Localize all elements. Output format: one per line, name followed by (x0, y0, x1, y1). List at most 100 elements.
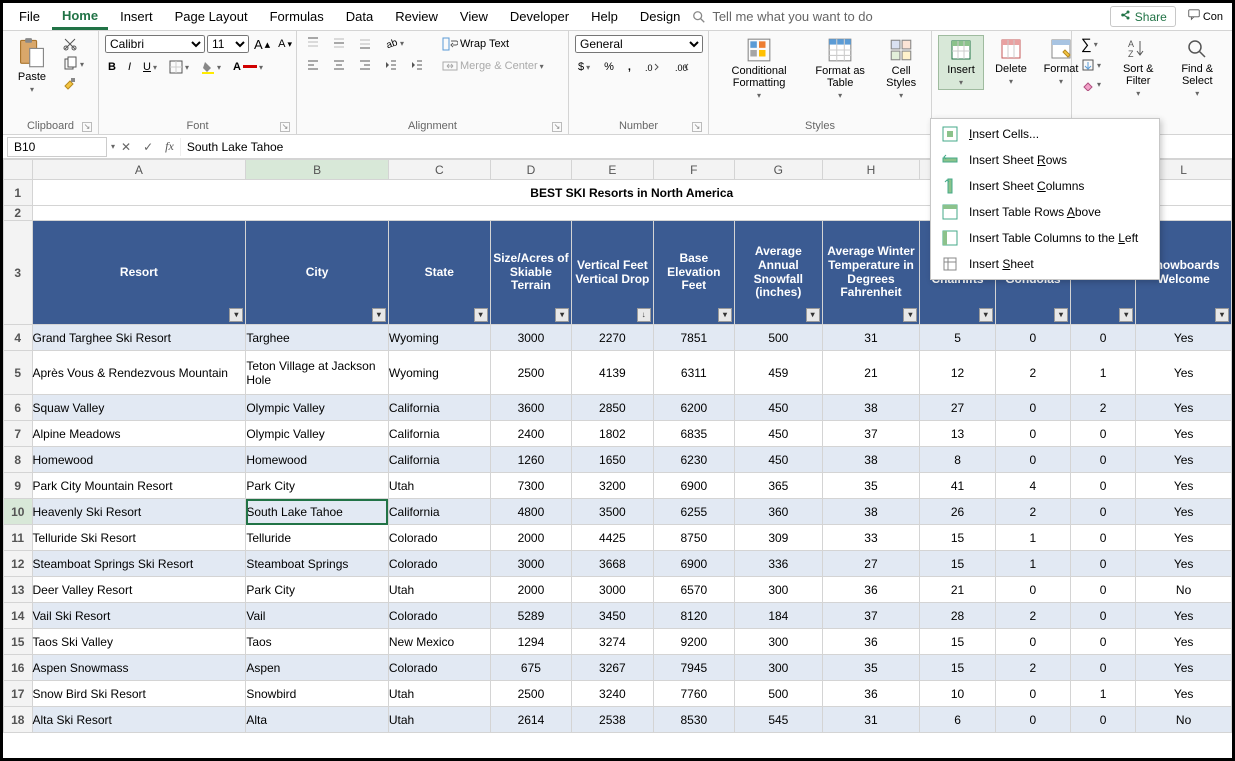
cell[interactable]: 7300 (490, 473, 571, 499)
column-header[interactable]: F (653, 160, 734, 180)
cell[interactable]: 38 (822, 395, 920, 421)
cell[interactable]: 0 (1071, 577, 1136, 603)
table-header[interactable]: Average Winter Temperature in Degrees Fa… (822, 221, 920, 325)
filter-dropdown-icon[interactable]: ▾ (718, 308, 732, 322)
cell[interactable]: Telluride Ski Resort (32, 525, 246, 551)
align-center-button[interactable] (329, 57, 349, 73)
currency-button[interactable]: $▾ (575, 60, 593, 74)
cell[interactable]: 4 (995, 473, 1070, 499)
filter-dropdown-icon[interactable]: ▾ (1119, 308, 1133, 322)
filter-dropdown-icon[interactable]: ▾ (372, 308, 386, 322)
cell[interactable]: 6230 (653, 447, 734, 473)
cell[interactable]: 3600 (490, 395, 571, 421)
cell[interactable]: Yes (1136, 499, 1232, 525)
cell[interactable]: 7945 (653, 655, 734, 681)
cell[interactable]: 36 (822, 629, 920, 655)
cell[interactable]: Wyoming (388, 351, 490, 395)
cell[interactable]: 3000 (490, 325, 571, 351)
cell[interactable]: Yes (1136, 421, 1232, 447)
conditional-formatting-button[interactable]: Conditional Formatting▾ (715, 35, 803, 102)
fx-icon[interactable]: fx (159, 139, 180, 154)
align-top-button[interactable] (303, 35, 323, 51)
cell[interactable]: Alta Ski Resort (32, 707, 246, 733)
cell[interactable]: 27 (920, 395, 995, 421)
filter-dropdown-icon[interactable]: ▾ (806, 308, 820, 322)
cell[interactable]: 37 (822, 603, 920, 629)
column-header[interactable]: B (246, 160, 389, 180)
table-header[interactable]: City▾ (246, 221, 389, 325)
cell[interactable]: 2 (995, 499, 1070, 525)
cell[interactable]: Yes (1136, 325, 1232, 351)
column-header[interactable]: G (735, 160, 823, 180)
menu-insert-sheet-columns[interactable]: Insert Sheet Columns (931, 173, 1159, 199)
cell[interactable]: 2 (1071, 395, 1136, 421)
cell[interactable]: 3200 (572, 473, 653, 499)
cell[interactable]: 10 (920, 681, 995, 707)
comments-button[interactable]: Con (1184, 7, 1226, 26)
cell[interactable]: Utah (388, 473, 490, 499)
column-header[interactable]: H (822, 160, 920, 180)
cell[interactable]: 4425 (572, 525, 653, 551)
cell[interactable]: 15 (920, 525, 995, 551)
cell[interactable]: 31 (822, 707, 920, 733)
increase-indent-button[interactable] (407, 57, 427, 73)
cell[interactable]: Park City (246, 473, 389, 499)
format-as-table-button[interactable]: Format as Table▾ (807, 35, 873, 102)
cell[interactable]: 6311 (653, 351, 734, 395)
cell[interactable]: 21 (822, 351, 920, 395)
cell[interactable]: 0 (1071, 325, 1136, 351)
cell[interactable]: 4139 (572, 351, 653, 395)
cell[interactable]: 2 (995, 351, 1070, 395)
menu-insert-sheet[interactable]: Insert Sheet (931, 251, 1159, 277)
cell[interactable]: Park City Mountain Resort (32, 473, 246, 499)
menu-insert-cells[interactable]: Insert Cells... (931, 121, 1159, 147)
tab-page-layout[interactable]: Page Layout (165, 5, 258, 28)
cell[interactable]: 0 (1071, 421, 1136, 447)
cell[interactable]: 38 (822, 499, 920, 525)
cell[interactable]: Yes (1136, 629, 1232, 655)
cell[interactable]: Vail (246, 603, 389, 629)
cell[interactable]: Wyoming (388, 325, 490, 351)
cell[interactable]: 450 (735, 395, 823, 421)
column-header[interactable]: D (490, 160, 571, 180)
cell[interactable]: 33 (822, 525, 920, 551)
comma-button[interactable]: , (625, 60, 634, 74)
cell[interactable]: 336 (735, 551, 823, 577)
cell[interactable]: 3267 (572, 655, 653, 681)
cell[interactable]: 2538 (572, 707, 653, 733)
cell[interactable]: Utah (388, 577, 490, 603)
increase-decimal-button[interactable]: .0 (642, 59, 664, 75)
cell[interactable]: 0 (995, 325, 1070, 351)
cell[interactable]: 360 (735, 499, 823, 525)
dialog-launcher-icon[interactable]: ↘ (552, 122, 562, 132)
cell[interactable]: 3274 (572, 629, 653, 655)
cell[interactable]: 2500 (490, 681, 571, 707)
decrease-font-button[interactable]: A▾ (275, 37, 295, 51)
delete-cells-button[interactable]: Delete▾ (988, 35, 1034, 88)
cell[interactable]: Snow Bird Ski Resort (32, 681, 246, 707)
filter-dropdown-icon[interactable]: ▾ (474, 308, 488, 322)
cell[interactable]: 28 (920, 603, 995, 629)
cell[interactable]: Yes (1136, 447, 1232, 473)
decrease-indent-button[interactable] (381, 57, 401, 73)
cell[interactable]: California (388, 421, 490, 447)
cell[interactable]: Taos Ski Valley (32, 629, 246, 655)
percent-button[interactable]: % (601, 60, 617, 74)
cell[interactable]: Grand Targhee Ski Resort (32, 325, 246, 351)
cell[interactable]: Yes (1136, 603, 1232, 629)
font-color-button[interactable]: A▾ (230, 60, 266, 74)
filter-dropdown-icon[interactable]: ▾ (555, 308, 569, 322)
cell[interactable]: 0 (995, 707, 1070, 733)
tab-help[interactable]: Help (581, 5, 628, 28)
cell[interactable]: 3240 (572, 681, 653, 707)
cell[interactable]: 8530 (653, 707, 734, 733)
cell[interactable]: 35 (822, 655, 920, 681)
cell[interactable]: 300 (735, 629, 823, 655)
cell[interactable]: Homewood (246, 447, 389, 473)
cell[interactable]: Teton Village at Jackson Hole (246, 351, 389, 395)
cell[interactable]: 21 (920, 577, 995, 603)
cell[interactable]: Olympic Valley (246, 421, 389, 447)
align-right-button[interactable] (355, 57, 375, 73)
cell[interactable]: Telluride (246, 525, 389, 551)
tab-view[interactable]: View (450, 5, 498, 28)
